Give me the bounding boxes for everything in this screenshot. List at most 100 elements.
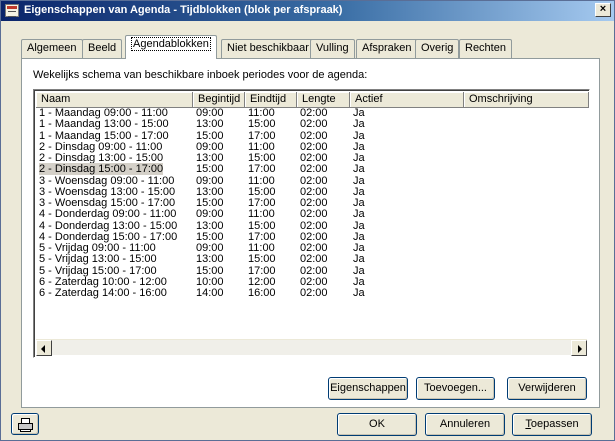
cell-naam-text: 3 - Woensdag 09:00 - 11:00 <box>39 174 175 187</box>
tab-label: Overig <box>421 42 454 54</box>
delete-button[interactable]: Verwijderen <box>507 377 587 400</box>
column-header-omschrijving[interactable]: Omschrijving <box>464 92 589 108</box>
cell-actief-text: Ja <box>353 287 365 299</box>
cell-begintijd-text: 10:00 <box>196 275 224 288</box>
tab-agendablokken[interactable]: Agendablokken <box>125 35 217 59</box>
tab-vulling[interactable]: Vulling <box>310 39 355 58</box>
cell-eindtijd-text: 11:00 <box>248 242 275 254</box>
cell-actief-text: Ja <box>353 140 365 153</box>
cell-lengte-text: 02:00 <box>300 287 328 299</box>
horizontal-scrollbar[interactable] <box>36 339 587 356</box>
print-button[interactable] <box>11 413 39 435</box>
cell-eindtijd: 16:00 <box>245 288 276 299</box>
cell-eindtijd-text: 15:00 <box>248 185 276 198</box>
tab-label: Algemeen <box>27 42 77 54</box>
cell-lengte-text: 02:00 <box>300 185 328 198</box>
cell-actief-text: Ja <box>353 152 365 164</box>
cell-naam-text: 3 - Woensdag 15:00 - 17:00 <box>39 197 176 209</box>
cell-begintijd-text: 15:00 <box>196 264 224 277</box>
cell-lengte-text: 02:00 <box>300 253 328 266</box>
column-header-eindtijd[interactable]: Eindtijd <box>245 92 297 108</box>
cell-omschrijving <box>464 164 467 175</box>
cell-naam-text: 1 - Maandag 15:00 - 17:00 <box>39 129 169 142</box>
cell-eindtijd-text: 11:00 <box>248 208 275 221</box>
cell-eindtijd-text: 11:00 <box>248 174 275 187</box>
properties-button[interactable]: Eigenschappen <box>328 377 408 400</box>
cell-begintijd-text: 09:00 <box>196 242 224 254</box>
tab-panel-agendablokken: Wekelijks schema van beschikbare inboek … <box>21 58 600 408</box>
title-bar[interactable]: Eigenschappen van Agenda - Tijdblokken (… <box>1 1 614 21</box>
cell-naam-text: 6 - Zaterdag 10:00 - 12:00 <box>39 275 167 288</box>
cell-actief-text: Ja <box>353 174 365 187</box>
tab-niet-beschikbaar[interactable]: Niet beschikbaar <box>221 39 315 58</box>
apply-button[interactable]: Toepassen <box>512 413 592 436</box>
cell-eindtijd-text: 16:00 <box>248 287 276 299</box>
column-header-lengte[interactable]: Lengte <box>297 92 350 108</box>
tab-afspraken[interactable]: Afspraken <box>356 39 418 58</box>
cell-begintijd-text: 13:00 <box>196 253 224 266</box>
cell-naam-text: 2 - Dinsdag 09:00 - 11:00 <box>39 140 163 153</box>
cell-lengte-text: 02:00 <box>300 118 328 131</box>
cell-begintijd-text: 13:00 <box>196 118 224 131</box>
cell-begintijd: 14:00 <box>193 288 224 299</box>
cell-begintijd-text: 13:00 <box>196 219 224 232</box>
cell-naam-text: 5 - Vrijdag 09:00 - 11:00 <box>39 242 156 254</box>
column-header-naam[interactable]: Naam <box>36 92 193 108</box>
cell-lengte-text: 02:00 <box>300 275 328 288</box>
cell-omschrijving <box>464 187 467 198</box>
cell-begintijd-text: 09:00 <box>196 208 224 221</box>
tab-label: Agendablokken <box>131 37 211 51</box>
cell-eindtijd-text: 17:00 <box>248 129 276 142</box>
cell-begintijd-text: 15:00 <box>196 163 224 176</box>
cell-actief: Ja <box>350 288 365 299</box>
cell-omschrijving <box>464 131 467 142</box>
close-button[interactable]: × <box>595 3 611 17</box>
table-row[interactable]: 6 - Zaterdag 14:00 - 16:00 14:00 16:00 02:0… <box>36 288 587 299</box>
cell-eindtijd-text: 17:00 <box>248 163 276 176</box>
column-header-actief[interactable]: Actief <box>350 92 464 108</box>
cell-omschrijving <box>464 176 467 187</box>
cell-eindtijd-text: 15:00 <box>248 118 276 131</box>
cell-omschrijving <box>464 221 467 232</box>
cell-lengte-text: 02:00 <box>300 219 328 232</box>
cell-naam-text: 5 - Vrijdag 15:00 - 17:00 <box>39 264 157 277</box>
cell-naam-text: 5 - Vrijdag 13:00 - 15:00 <box>39 253 157 266</box>
cell-lengte-text: 02:00 <box>300 174 328 187</box>
scroll-left-button[interactable] <box>36 340 52 356</box>
cell-omschrijving <box>464 232 467 243</box>
cell-actief-text: Ja <box>353 197 365 209</box>
cell-begintijd-text: 13:00 <box>196 185 224 198</box>
schedule-list[interactable]: Naam Begintijd Eindtijd Lengte Actief Om… <box>33 89 590 358</box>
tab-beeld[interactable]: Beeld <box>82 39 123 58</box>
cell-actief-text: Ja <box>353 185 365 198</box>
column-header-begintijd[interactable]: Begintijd <box>193 92 245 108</box>
tab-algemeen[interactable]: Algemeen <box>21 39 83 58</box>
cell-naam-text: 4 - Donderdag 09:00 - 11:00 <box>39 208 177 221</box>
cell-omschrijving <box>464 198 467 209</box>
cell-begintijd-text: 13:00 <box>196 152 224 164</box>
cell-begintijd-text: 14:00 <box>196 287 224 299</box>
cell-omschrijving <box>464 108 467 119</box>
cell-omschrijving <box>464 288 467 299</box>
cell-lengte-text: 02:00 <box>300 140 328 153</box>
list-header: Naam Begintijd Eindtijd Lengte Actief Om… <box>36 92 589 108</box>
scroll-right-button[interactable] <box>571 340 587 356</box>
tab-overig[interactable]: Overig <box>415 39 460 58</box>
cell-naam-text: 3 - Woensdag 13:00 - 15:00 <box>39 185 176 198</box>
cell-actief-text: Ja <box>353 118 365 131</box>
tab-label: Niet beschikbaar <box>227 42 309 54</box>
cancel-button[interactable]: Annuleren <box>425 413 505 436</box>
tab-rechten[interactable]: Rechten <box>459 39 512 58</box>
cell-omschrijving <box>464 119 467 130</box>
tab-label: Afspraken <box>362 42 412 54</box>
cell-eindtijd-text: 15:00 <box>248 253 276 266</box>
cell-eindtijd-text: 17:00 <box>248 197 276 209</box>
ok-button[interactable]: OK <box>337 413 417 436</box>
cell-naam-text: 2 - Dinsdag 15:00 - 17:00 <box>39 163 164 176</box>
add-button[interactable]: Toevoegen... <box>416 377 495 400</box>
cell-lengte: 02:00 <box>297 288 328 299</box>
printer-tray <box>20 429 31 432</box>
cell-actief-text: Ja <box>353 275 365 288</box>
cell-lengte-text: 02:00 <box>300 197 328 209</box>
cell-omschrijving <box>464 243 467 254</box>
